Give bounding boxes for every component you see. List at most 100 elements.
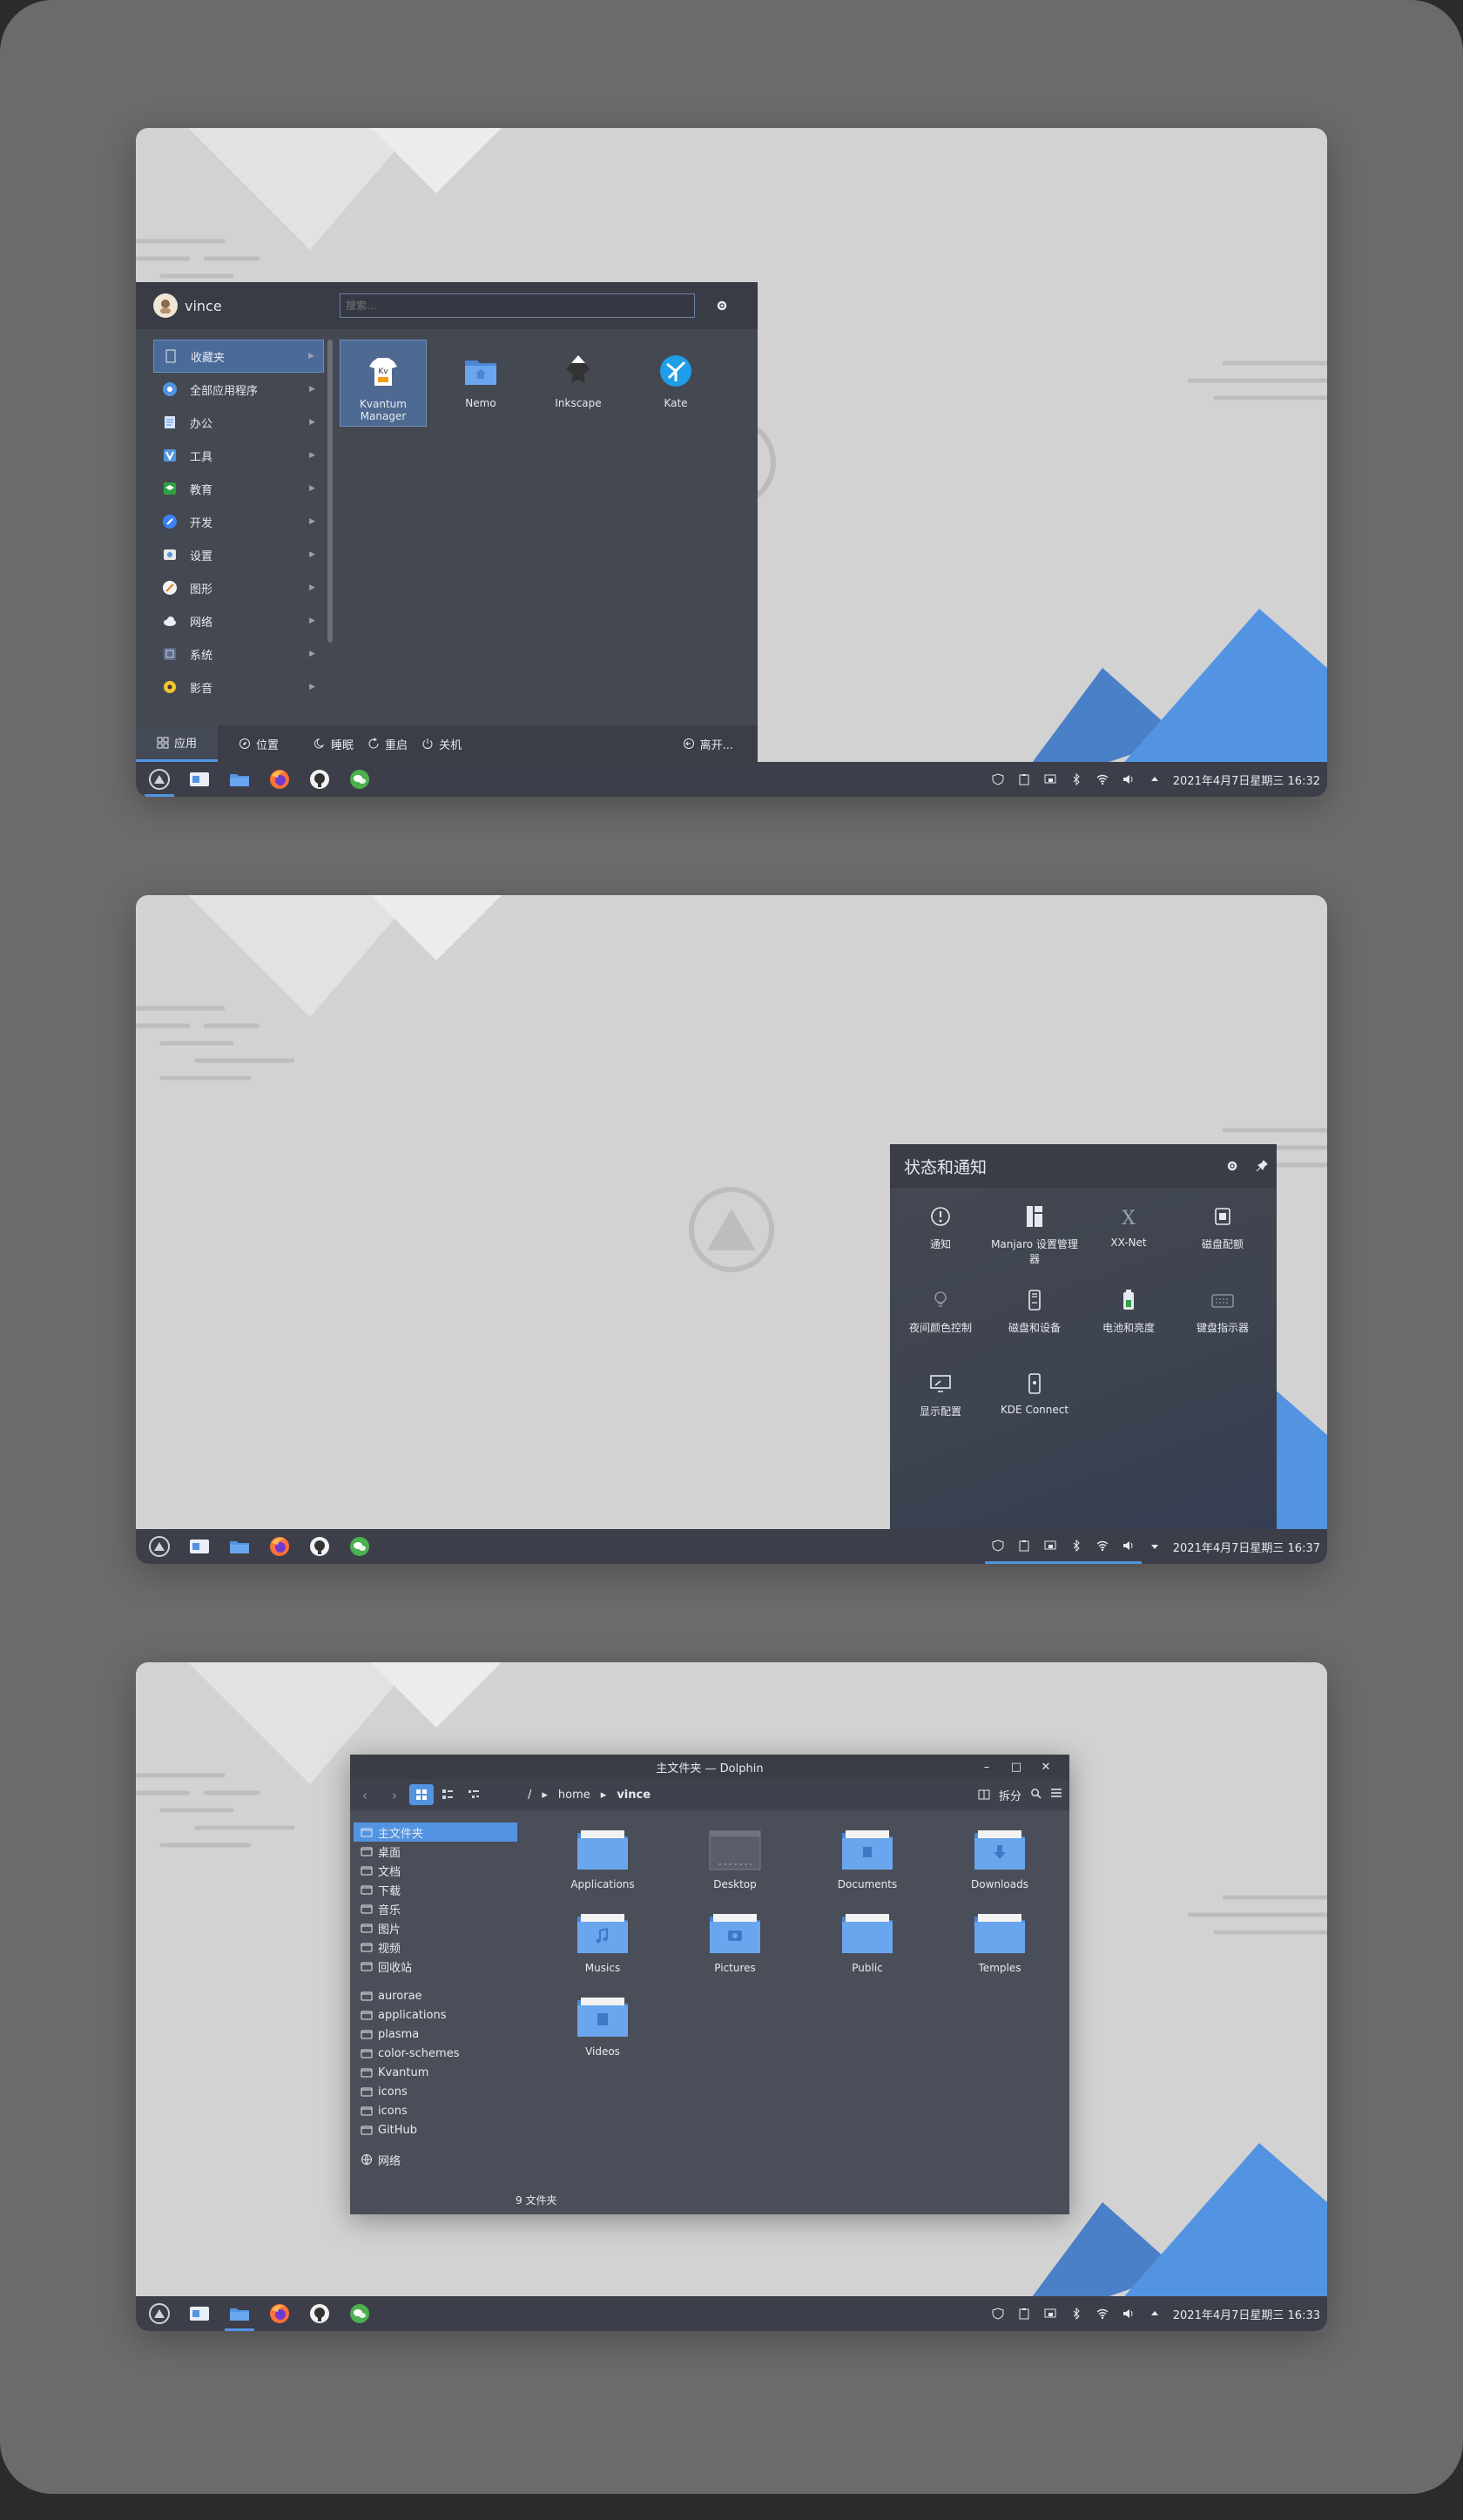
- folder-item[interactable]: Temples: [934, 1910, 1066, 1993]
- minimize-button[interactable]: –: [972, 1761, 1001, 1774]
- split-button[interactable]: 拆分: [999, 1787, 1021, 1803]
- place-item[interactable]: plasma: [354, 2025, 517, 2044]
- hamburger-menu-icon[interactable]: [1050, 1788, 1062, 1802]
- status-item[interactable]: 夜间颜色控制: [893, 1280, 988, 1364]
- tray-bluetooth-icon[interactable]: [1062, 1529, 1089, 1564]
- breadcrumb-root[interactable]: /: [528, 1789, 531, 1802]
- category-item[interactable]: 全部应用程序 ▶: [153, 373, 324, 406]
- folder-item[interactable]: Musics: [536, 1910, 669, 1993]
- status-item[interactable]: 磁盘和设备: [988, 1280, 1082, 1364]
- place-item[interactable]: 主文件夹: [354, 1823, 517, 1842]
- category-item[interactable]: 开发 ▶: [153, 505, 324, 538]
- category-item[interactable]: 设置 ▶: [153, 538, 324, 571]
- tray-shield-icon[interactable]: [984, 1529, 1011, 1564]
- folder-item[interactable]: Pictures: [669, 1910, 801, 1993]
- tray-bluetooth-icon[interactable]: [1063, 2296, 1089, 2331]
- tray-clipboard-icon[interactable]: [1011, 2296, 1037, 2331]
- taskbar-manjaro-button[interactable]: [139, 2296, 179, 2331]
- pin-icon[interactable]: [1247, 1151, 1277, 1181]
- clock[interactable]: 2021年4月7日星期三 16:33: [1173, 2306, 1320, 2322]
- place-item[interactable]: Kvantum: [354, 2063, 517, 2082]
- taskbar-wechat-button[interactable]: [340, 762, 380, 797]
- place-item[interactable]: 图片: [354, 1918, 517, 1937]
- close-button[interactable]: ✕: [1031, 1761, 1061, 1774]
- category-item[interactable]: 办公 ▶: [153, 406, 324, 439]
- place-item[interactable]: icons: [354, 2101, 517, 2120]
- category-item[interactable]: 网络 ▶: [153, 604, 324, 637]
- taskbar-wechat-button[interactable]: [340, 2296, 380, 2331]
- maximize-button[interactable]: □: [1001, 1761, 1031, 1774]
- compact-view-button[interactable]: [435, 1784, 460, 1805]
- category-item[interactable]: 收藏夹 ▶: [153, 340, 324, 373]
- category-scrollbar[interactable]: [327, 340, 333, 643]
- favorite-app[interactable]: Kv Kvantum Manager: [340, 340, 427, 427]
- tray-arrow-up-icon[interactable]: [1142, 762, 1168, 797]
- leave-button[interactable]: 离开...: [683, 736, 733, 752]
- taskbar-manjaro-button[interactable]: [139, 1529, 179, 1564]
- clock[interactable]: 2021年4月7日星期三 16:37: [1173, 1539, 1320, 1555]
- tray-display-icon[interactable]: [1037, 2296, 1063, 2331]
- tray-volume-icon[interactable]: [1115, 1529, 1142, 1564]
- folder-item[interactable]: Public: [801, 1910, 934, 1993]
- tray-display-icon[interactable]: [1036, 1529, 1063, 1564]
- icons-view-button[interactable]: [409, 1784, 434, 1805]
- taskbar-firefox-button[interactable]: [260, 762, 300, 797]
- category-item[interactable]: 图形 ▶: [153, 571, 324, 604]
- status-item[interactable]: KDE Connect: [988, 1364, 1082, 1447]
- place-item[interactable]: 视频: [354, 1937, 517, 1957]
- taskbar-folder-button[interactable]: [219, 2296, 260, 2331]
- place-item[interactable]: color-schemes: [354, 2044, 517, 2063]
- folder-item[interactable]: Videos: [536, 1993, 669, 2077]
- taskbar-github-button[interactable]: [300, 1529, 340, 1564]
- tray-bluetooth-icon[interactable]: [1063, 762, 1089, 797]
- folder-item[interactable]: Downloads: [934, 1826, 1066, 1910]
- gear-icon[interactable]: [712, 296, 732, 315]
- forward-button[interactable]: ›: [380, 1787, 409, 1803]
- place-item[interactable]: 下载: [354, 1880, 517, 1899]
- folder-item[interactable]: Documents: [801, 1826, 934, 1910]
- tab-places[interactable]: 位置: [218, 725, 300, 762]
- gear-icon[interactable]: [1217, 1151, 1247, 1181]
- place-item[interactable]: 回收站: [354, 1957, 517, 1976]
- tab-apps[interactable]: 应用: [136, 725, 219, 762]
- tray-display-icon[interactable]: [1037, 762, 1063, 797]
- place-item[interactable]: GitHub: [354, 2120, 517, 2139]
- tray-shield-icon[interactable]: [985, 2296, 1011, 2331]
- status-item[interactable]: Manjaro 设置管理器: [988, 1196, 1082, 1280]
- taskbar-files-button[interactable]: [179, 1529, 219, 1564]
- place-item[interactable]: icons: [354, 2082, 517, 2101]
- status-item[interactable]: 磁盘配额: [1176, 1196, 1270, 1280]
- tray-volume-icon[interactable]: [1116, 762, 1142, 797]
- favorite-app[interactable]: Inkscape: [535, 340, 622, 427]
- details-view-button[interactable]: [462, 1784, 486, 1805]
- status-item[interactable]: 显示配置: [893, 1364, 988, 1447]
- favorite-app[interactable]: Kate: [632, 340, 719, 427]
- tray-wifi-icon[interactable]: [1089, 762, 1116, 797]
- taskbar-folder-button[interactable]: [219, 1529, 260, 1564]
- status-item[interactable]: 电池和亮度: [1082, 1280, 1176, 1364]
- place-item[interactable]: 文档: [354, 1861, 517, 1880]
- tray-wifi-icon[interactable]: [1089, 1529, 1116, 1564]
- search-input[interactable]: [340, 293, 695, 318]
- breadcrumb-home[interactable]: home: [558, 1789, 590, 1802]
- tray-clipboard-icon[interactable]: [1010, 1529, 1037, 1564]
- tray-wifi-icon[interactable]: [1089, 2296, 1116, 2331]
- taskbar-firefox-button[interactable]: [260, 2296, 300, 2331]
- tray-shield-icon[interactable]: [985, 762, 1011, 797]
- place-item[interactable]: 桌面: [354, 1842, 517, 1861]
- category-item[interactable]: 工具 ▶: [153, 439, 324, 472]
- taskbar-folder-button[interactable]: [219, 762, 260, 797]
- sleep-button[interactable]: 睡眠: [314, 736, 354, 752]
- taskbar-files-button[interactable]: [179, 762, 219, 797]
- taskbar-github-button[interactable]: [300, 762, 340, 797]
- tray-arrow-up-icon[interactable]: [1142, 2296, 1168, 2331]
- category-item[interactable]: 系统 ▶: [153, 637, 324, 670]
- place-item[interactable]: 音乐: [354, 1899, 517, 1918]
- category-item[interactable]: 影音 ▶: [153, 670, 324, 704]
- taskbar-github-button[interactable]: [300, 2296, 340, 2331]
- back-button[interactable]: ‹: [350, 1787, 380, 1803]
- shutdown-button[interactable]: 关机: [421, 736, 462, 752]
- status-item[interactable]: 通知: [893, 1196, 988, 1280]
- clock[interactable]: 2021年4月7日星期三 16:32: [1173, 771, 1320, 788]
- folder-item[interactable]: Desktop: [669, 1826, 801, 1910]
